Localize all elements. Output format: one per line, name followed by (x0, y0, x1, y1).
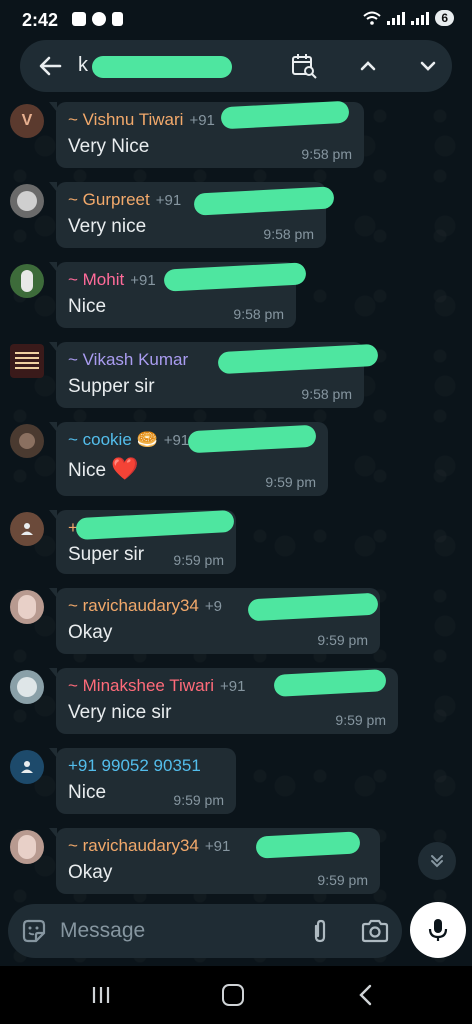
alert-icon (112, 12, 123, 26)
message-time: 9:59 pm (335, 712, 386, 728)
sender-label: ~ ravichaudary34 (68, 596, 199, 615)
wifi-icon (363, 11, 381, 25)
back-icon[interactable] (356, 984, 376, 1006)
signal-icon (387, 11, 406, 25)
avatar[interactable] (10, 750, 44, 784)
message-time: 9:59 pm (173, 792, 224, 808)
status-bar: 2:42 6 (0, 0, 472, 40)
message-bubble[interactable]: ~ cookie 🥯 +91 Nice ❤️ 9:59 pm (49, 422, 328, 496)
sender-label: ~ Vishnu Tiwari (68, 110, 184, 129)
redaction-mark (217, 343, 379, 375)
avatar[interactable]: V (10, 104, 44, 138)
avatar-image (19, 433, 35, 449)
heart-emoji: ❤️ (111, 456, 139, 481)
message-bubble[interactable]: ~ ravichaudary34 +91 Okay 9:59 pm (49, 828, 380, 894)
avatar[interactable] (10, 184, 44, 218)
paperclip-icon[interactable] (306, 917, 334, 945)
avatar-image (15, 352, 39, 370)
sender-phone: +91 (219, 678, 246, 695)
avatar-image (18, 595, 36, 619)
avatar-image (17, 677, 37, 697)
avatar[interactable] (10, 670, 44, 704)
default-user-icon (21, 523, 33, 535)
sender-phone: +91 (204, 838, 231, 855)
redaction-mark (163, 262, 307, 292)
sender-label: ~ cookie 🥯 (68, 430, 158, 449)
sender-label: ~ Mohit (68, 270, 125, 289)
home-icon[interactable] (222, 984, 244, 1006)
avatar-image (21, 270, 33, 292)
message-bubble[interactable]: ~ Mohit +91 Nice 9:58 pm (49, 262, 307, 328)
message-bubble[interactable]: ~ Vishnu Tiwari +91 Very Nice 9:58 pm (49, 100, 364, 168)
notification-icons (72, 12, 123, 26)
recent-apps-icon[interactable] (90, 986, 112, 1004)
avatar[interactable] (10, 512, 44, 546)
search-bar: k (20, 40, 452, 92)
message-time: 9:58 pm (301, 386, 352, 402)
sender-phone: +91 (189, 112, 215, 129)
message-bubble[interactable]: ~ Minakshee Tiwari +91 Very nice sir 9:59… (49, 668, 398, 734)
signal-icon-2 (411, 11, 430, 25)
redaction-mark (92, 56, 232, 78)
message-text-content: Nice (68, 460, 107, 481)
microphone-icon (428, 919, 448, 941)
avatar[interactable] (10, 424, 44, 458)
system-status-icons: 6 (363, 10, 454, 26)
chevron-down-icon[interactable] (414, 52, 442, 80)
sender-label: ~ Gurpreet (68, 190, 150, 209)
sender-label: +91 99052 90351 (68, 756, 201, 775)
sender-phone: +91 (155, 192, 182, 209)
avatar-image (18, 835, 36, 859)
message-time: 9:59 pm (317, 872, 368, 888)
avatar[interactable] (10, 590, 44, 624)
screenshot-icon (72, 12, 86, 26)
message-time: 9:58 pm (233, 306, 284, 322)
sender-phone: +91 (130, 272, 156, 289)
message-bubble[interactable]: ~ Gurpreet +91 Very nice 9:58 pm (49, 182, 335, 248)
message-time: 9:59 pm (173, 552, 224, 568)
message-composer: Message (8, 904, 402, 958)
emoji-sticker-icon[interactable] (20, 917, 48, 945)
scroll-to-bottom-button[interactable] (418, 842, 456, 880)
default-user-icon (21, 761, 33, 773)
status-time: 2:42 (22, 10, 59, 30)
chevron-up-icon[interactable] (354, 52, 382, 80)
message-time: 9:58 pm (263, 226, 314, 242)
sender-name: +91 99052 90351 (68, 756, 224, 776)
message-bubble[interactable]: + Super sir 9:59 pm (49, 509, 236, 574)
message-input[interactable]: Message (60, 919, 145, 943)
sender-phone: +91 (163, 432, 190, 449)
system-navigation-bar (0, 966, 472, 1024)
message-bubble[interactable]: ~ ravichaudary34 +9 Okay 9:59 pm (49, 588, 380, 654)
avatar[interactable] (10, 344, 44, 378)
chat-notification-icon (92, 12, 106, 26)
battery-indicator: 6 (435, 10, 454, 26)
message-bubble[interactable]: ~ Vikash Kumar Supper sir 9:58 pm (49, 342, 379, 408)
sender-label: ~ Minakshee Tiwari (68, 676, 214, 695)
message-time: 9:58 pm (301, 146, 352, 162)
search-input[interactable]: k (78, 54, 88, 77)
message-list: V ~ Vishnu Tiwari +91 Very Nice 9:58 pm ~… (0, 96, 472, 896)
sender-label: ~ Vikash Kumar (68, 350, 189, 369)
double-chevron-down-icon (431, 855, 443, 868)
calendar-search-icon[interactable] (290, 52, 318, 80)
microphone-button[interactable] (410, 902, 466, 958)
message-time: 9:59 pm (317, 632, 368, 648)
sender-phone: +9 (204, 598, 222, 615)
avatar-image (17, 191, 37, 211)
avatar[interactable] (10, 830, 44, 864)
camera-icon[interactable] (360, 917, 390, 945)
back-arrow-icon[interactable] (36, 52, 64, 80)
avatar[interactable] (10, 264, 44, 298)
message-time: 9:59 pm (265, 474, 316, 490)
sender-label: ~ ravichaudary34 (68, 836, 199, 855)
message-bubble[interactable]: +91 99052 90351 Nice 9:59 pm (49, 748, 236, 814)
